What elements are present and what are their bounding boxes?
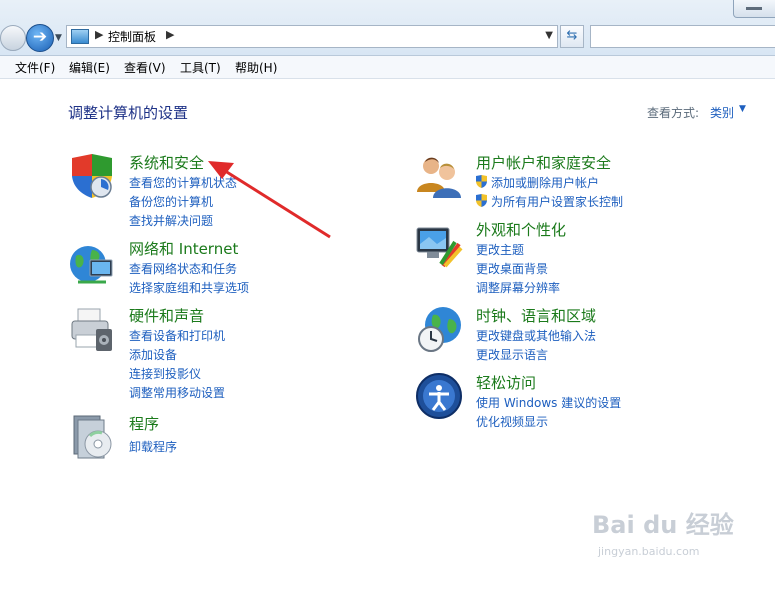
- address-dropdown-icon[interactable]: ▼: [545, 30, 553, 41]
- breadcrumb-arrow-icon[interactable]: ▶: [95, 28, 103, 41]
- watermark-url: jingyan.baidu.com: [598, 545, 700, 558]
- category-hardware-sound[interactable]: 硬件和声音: [129, 305, 204, 326]
- forward-button[interactable]: ➔: [26, 24, 54, 52]
- link-uninstall-program[interactable]: 卸载程序: [129, 438, 177, 455]
- menu-tools[interactable]: 工具(T): [180, 59, 221, 76]
- category-ease-of-access[interactable]: 轻松访问: [476, 372, 536, 393]
- uac-shield-icon: [476, 175, 487, 188]
- navigation-bar: ➔ ▼ ▶ 控制面板 ▶ ▼ ⇆: [0, 0, 775, 56]
- link-add-remove-accounts[interactable]: 添加或删除用户帐户: [491, 174, 599, 191]
- address-bar[interactable]: ▶ 控制面板 ▶ ▼: [66, 25, 558, 48]
- menu-help[interactable]: 帮助(H): [235, 59, 277, 76]
- category-system-security[interactable]: 系统和安全: [129, 152, 204, 173]
- network-globe-icon[interactable]: [68, 240, 116, 288]
- minimize-button[interactable]: [733, 0, 775, 18]
- link-desktop-background[interactable]: 更改桌面背景: [476, 260, 548, 277]
- link-optimize-display[interactable]: 优化视频显示: [476, 413, 548, 430]
- menu-edit[interactable]: 编辑(E): [69, 59, 110, 76]
- category-programs[interactable]: 程序: [129, 413, 159, 434]
- category-clock-language-region[interactable]: 时钟、语言和区域: [476, 305, 596, 326]
- link-change-keyboard[interactable]: 更改键盘或其他输入法: [476, 327, 596, 344]
- recent-pages-dropdown-icon[interactable]: ▼: [55, 33, 62, 43]
- uac-shield-icon: [476, 194, 487, 207]
- globe-clock-icon[interactable]: [415, 305, 463, 353]
- view-by-label: 查看方式:: [647, 106, 700, 120]
- category-user-accounts[interactable]: 用户帐户和家庭安全: [476, 152, 611, 173]
- search-input[interactable]: [590, 25, 775, 48]
- printer-icon[interactable]: [68, 305, 116, 353]
- link-windows-suggested-settings[interactable]: 使用 Windows 建议的设置: [476, 394, 621, 411]
- menu-bar: 文件(F) 编辑(E) 查看(V) 工具(T) 帮助(H): [0, 56, 775, 79]
- annotation-arrow: [208, 161, 331, 239]
- refresh-button[interactable]: ⇆: [560, 25, 584, 48]
- link-devices-printers[interactable]: 查看设备和打印机: [129, 327, 225, 344]
- breadcrumb-control-panel[interactable]: 控制面板: [108, 28, 156, 45]
- link-connect-projector[interactable]: 连接到投影仪: [129, 365, 201, 382]
- breadcrumb-arrow-icon[interactable]: ▶: [166, 28, 174, 41]
- menu-view[interactable]: 查看(V): [124, 59, 166, 76]
- users-icon[interactable]: [415, 152, 463, 200]
- view-by-arrow-icon[interactable]: ▼: [739, 104, 746, 114]
- category-appearance[interactable]: 外观和个性化: [476, 219, 566, 240]
- program-cd-icon[interactable]: [68, 412, 116, 460]
- link-homegroup-sharing[interactable]: 选择家庭组和共享选项: [129, 279, 249, 296]
- page-title: 调整计算机的设置: [68, 104, 189, 122]
- back-button[interactable]: [0, 25, 26, 51]
- link-mobility-settings[interactable]: 调整常用移动设置: [129, 384, 225, 401]
- link-network-status[interactable]: 查看网络状态和任务: [129, 260, 237, 277]
- shield-icon[interactable]: [68, 152, 116, 200]
- monitor-palette-icon[interactable]: [415, 222, 463, 270]
- link-display-language[interactable]: 更改显示语言: [476, 346, 548, 363]
- link-change-theme[interactable]: 更改主题: [476, 241, 524, 258]
- link-parental-controls[interactable]: 为所有用户设置家长控制: [491, 193, 623, 210]
- view-by-dropdown[interactable]: 类别: [710, 104, 734, 121]
- ease-of-access-icon[interactable]: [415, 372, 463, 420]
- watermark-brand: Bai du 经验: [592, 511, 734, 539]
- menu-file[interactable]: 文件(F): [15, 59, 55, 76]
- link-screen-resolution[interactable]: 调整屏幕分辨率: [476, 279, 560, 296]
- link-add-device[interactable]: 添加设备: [129, 346, 177, 363]
- control-panel-icon: [71, 29, 89, 44]
